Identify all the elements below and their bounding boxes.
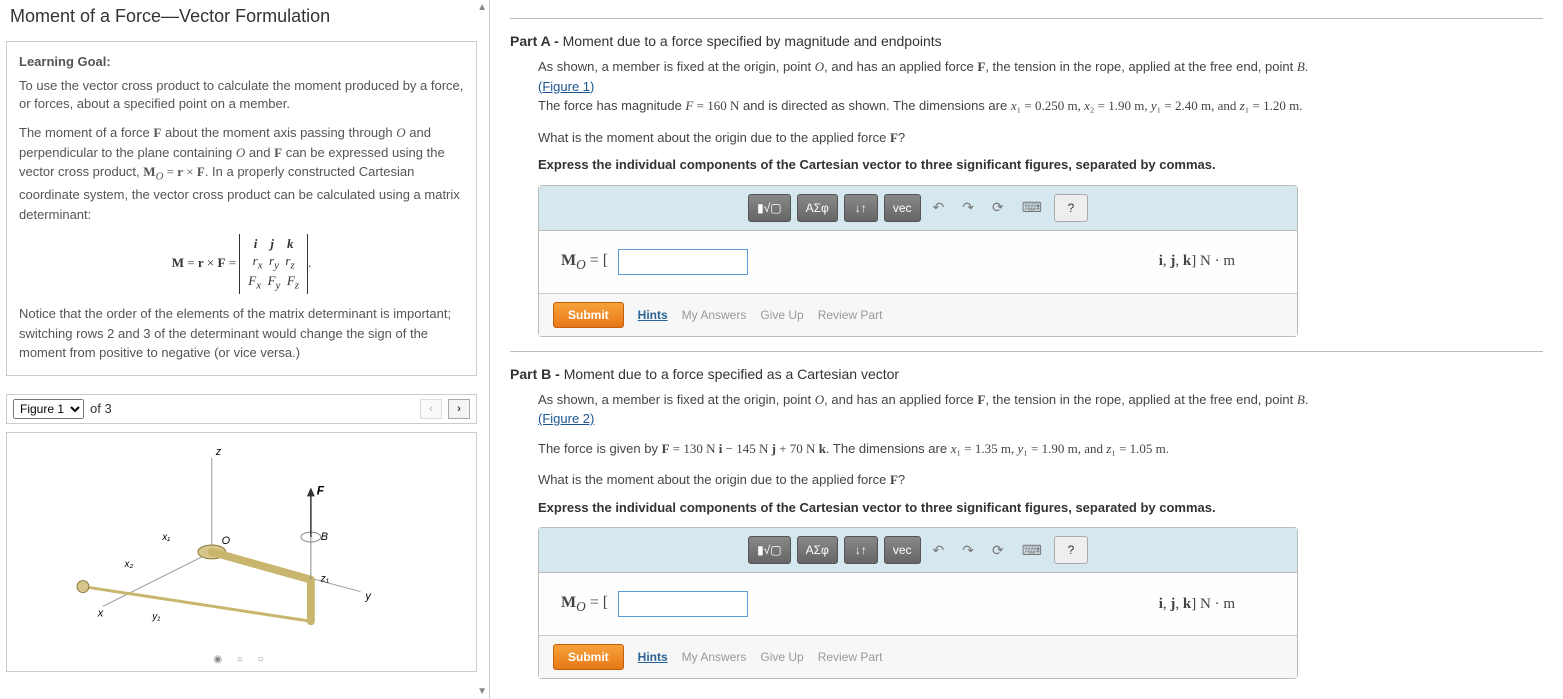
- mo-label-a: MO = [: [561, 249, 608, 275]
- figure-1-diagram: x y z O B F x₁ x₂: [7, 433, 476, 651]
- my-answers-link-a[interactable]: My Answers: [682, 306, 747, 324]
- my-answers-link-b[interactable]: My Answers: [682, 648, 747, 666]
- svg-text:x: x: [97, 607, 104, 619]
- answer-input-b[interactable]: [618, 591, 748, 617]
- units-label-b: i, j, k] N · m: [1159, 593, 1235, 616]
- undo-icon[interactable]: ↶: [927, 197, 951, 218]
- give-up-link-b[interactable]: Give Up: [760, 648, 803, 666]
- vec-button[interactable]: vec: [884, 536, 921, 564]
- greek-button[interactable]: ΑΣφ: [797, 194, 838, 222]
- answer-input-a[interactable]: [618, 249, 748, 275]
- give-up-link-a[interactable]: Give Up: [760, 306, 803, 324]
- figure-next-button[interactable]: ›: [448, 399, 470, 419]
- matrix-determinant: M = r × F = i j k rx ry rz Fx Fy Fz .: [19, 234, 464, 294]
- goal-label: Learning Goal:: [19, 54, 464, 69]
- part-b-header: Part B - Moment due to a force specified…: [510, 366, 1543, 382]
- hints-link-b[interactable]: Hints: [638, 648, 668, 666]
- review-link-b[interactable]: Review Part: [818, 648, 883, 666]
- figure-2-link[interactable]: (Figure 2): [538, 411, 594, 426]
- figure-1-link[interactable]: (Figure 1): [538, 79, 594, 94]
- vec-button[interactable]: vec: [884, 194, 921, 222]
- template-button[interactable]: ▮√▢: [748, 194, 791, 222]
- subscript-button[interactable]: ↓↑: [844, 536, 878, 564]
- svg-text:B: B: [321, 531, 328, 543]
- template-button[interactable]: ▮√▢: [748, 536, 791, 564]
- units-label-a: i, j, k] N · m: [1159, 250, 1235, 273]
- figure-pager-dots[interactable]: ◉ ○ ○: [7, 654, 476, 665]
- goal-text: To use the vector cross product to calcu…: [19, 77, 464, 113]
- greek-button[interactable]: ΑΣφ: [797, 536, 838, 564]
- svg-text:z: z: [215, 446, 222, 458]
- figure-panel: x y z O B F x₁ x₂: [6, 432, 477, 672]
- review-link-a[interactable]: Review Part: [818, 306, 883, 324]
- part-b-instructions: Express the individual components of the…: [538, 498, 1543, 518]
- action-row-b: Submit Hints My Answers Give Up Review P…: [539, 635, 1297, 678]
- help-button[interactable]: ?: [1054, 536, 1088, 564]
- redo-icon[interactable]: ↷: [956, 197, 980, 218]
- submit-button-a[interactable]: Submit: [553, 302, 624, 328]
- reset-icon[interactable]: ⟳: [986, 540, 1010, 561]
- equation-toolbar-a: ▮√▢ ΑΣφ ↓↑ vec ↶ ↷ ⟳ ⌨ ?: [539, 186, 1297, 231]
- learning-goal-box: Learning Goal: To use the vector cross p…: [6, 41, 477, 376]
- equation-toolbar-b: ▮√▢ ΑΣφ ↓↑ vec ↶ ↷ ⟳ ⌨ ?: [539, 528, 1297, 573]
- left-pane: ▲ ▼ Moment of a Force—Vector Formulation…: [0, 0, 490, 699]
- svg-text:O: O: [222, 535, 231, 547]
- mo-label-b: MO = [: [561, 591, 608, 617]
- divider: [510, 18, 1543, 19]
- keyboard-icon[interactable]: ⌨: [1016, 540, 1048, 561]
- scroll-down-icon[interactable]: ▼: [477, 686, 487, 697]
- scroll-up-icon[interactable]: ▲: [477, 2, 487, 13]
- right-pane: Part A - Moment due to a force specified…: [490, 0, 1563, 699]
- subscript-button[interactable]: ↓↑: [844, 194, 878, 222]
- svg-text:F: F: [317, 483, 325, 497]
- keyboard-icon[interactable]: ⌨: [1016, 197, 1048, 218]
- redo-icon[interactable]: ↷: [956, 540, 980, 561]
- figure-prev-button[interactable]: ‹: [420, 399, 442, 419]
- divider: [510, 351, 1543, 352]
- submit-button-b[interactable]: Submit: [553, 644, 624, 670]
- figure-select[interactable]: Figure 1: [13, 399, 84, 419]
- part-a-header: Part A - Moment due to a force specified…: [510, 33, 1543, 49]
- part-a-answer-box: ▮√▢ ΑΣφ ↓↑ vec ↶ ↷ ⟳ ⌨ ? MO = [ i, j, k]…: [538, 185, 1298, 337]
- page-title: Moment of a Force—Vector Formulation: [6, 6, 477, 27]
- part-a-body: As shown, a member is fixed at the origi…: [510, 57, 1543, 337]
- undo-icon[interactable]: ↶: [927, 540, 951, 561]
- svg-text:y: y: [364, 590, 371, 602]
- action-row-a: Submit Hints My Answers Give Up Review P…: [539, 293, 1297, 336]
- figure-count-label: of 3: [90, 401, 112, 416]
- theory-paragraph-2: Notice that the order of the elements of…: [19, 304, 464, 363]
- help-button[interactable]: ?: [1054, 194, 1088, 222]
- part-b-body: As shown, a member is fixed at the origi…: [510, 390, 1543, 680]
- svg-text:x₁: x₁: [161, 532, 170, 543]
- figure-nav: Figure 1 of 3 ‹ ›: [6, 394, 477, 424]
- hints-link-a[interactable]: Hints: [638, 306, 668, 324]
- svg-text:y₁: y₁: [151, 611, 160, 622]
- theory-paragraph-1: The moment of a force F about the moment…: [19, 123, 464, 224]
- svg-text:z₁: z₁: [320, 574, 329, 585]
- svg-text:x₂: x₂: [124, 559, 134, 570]
- part-a-instructions: Express the individual components of the…: [538, 155, 1543, 175]
- reset-icon[interactable]: ⟳: [986, 197, 1010, 218]
- part-b-answer-box: ▮√▢ ΑΣφ ↓↑ vec ↶ ↷ ⟳ ⌨ ? MO = [ i, j, k]…: [538, 527, 1298, 679]
